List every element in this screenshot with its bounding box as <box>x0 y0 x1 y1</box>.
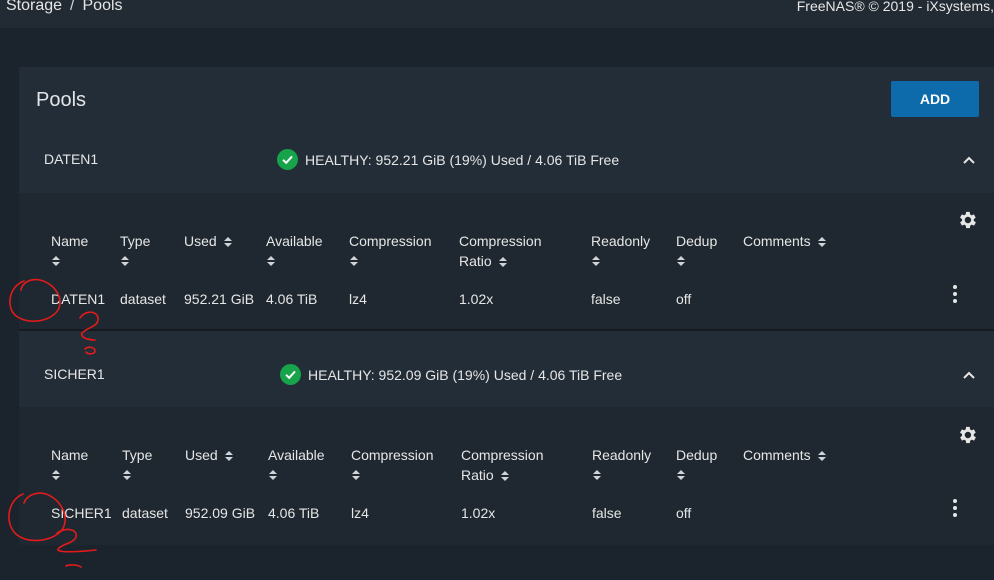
cell-type: dataset <box>122 505 168 521</box>
col-header-compression-ratio[interactable]: Compression Ratio <box>459 231 541 271</box>
cell-compression: lz4 <box>349 291 367 307</box>
cell-readonly: false <box>592 505 622 521</box>
page-title: Pools <box>36 89 87 111</box>
annotation-question-dot <box>65 564 82 568</box>
sort-icon[interactable] <box>676 255 686 267</box>
col-header-type[interactable]: Type <box>122 445 152 481</box>
sort-icon[interactable] <box>817 450 827 462</box>
cell-used: 952.21 GiB <box>184 291 255 307</box>
sort-icon[interactable] <box>224 450 234 462</box>
col-header-compression[interactable]: Compression <box>349 231 431 267</box>
cell-readonly: false <box>591 291 621 307</box>
gear-icon[interactable] <box>956 424 978 446</box>
col-header-comments[interactable]: Comments <box>743 445 827 465</box>
sort-icon[interactable] <box>51 469 61 481</box>
cell-available: 4.06 TiB <box>268 505 320 521</box>
col-header-used[interactable]: Used <box>184 231 233 251</box>
pool-header-sicher1[interactable]: SICHER1 HEALTHY: 952.09 GiB (19%) Used /… <box>19 331 994 393</box>
col-header-used[interactable]: Used <box>185 445 234 465</box>
sort-icon[interactable] <box>268 469 278 481</box>
cell-used: 952.09 GiB <box>185 505 256 521</box>
col-header-name[interactable]: Name <box>51 445 88 481</box>
sort-icon[interactable] <box>676 469 686 481</box>
cell-dedup: off <box>676 291 692 307</box>
sort-icon[interactable] <box>266 255 276 267</box>
chevron-up-icon[interactable] <box>961 152 977 168</box>
cell-available: 4.06 TiB <box>266 291 318 307</box>
sort-icon[interactable] <box>223 236 233 248</box>
dataset-table-sicher1: Name Type Used Available Compression Com… <box>19 407 994 545</box>
sort-icon[interactable] <box>498 256 508 268</box>
pool-name: DATEN1 <box>44 151 99 167</box>
more-vert-icon[interactable] <box>952 499 958 517</box>
top-bar: Storage / Pools FreeNAS® © 2019 - iXsystem… <box>0 0 994 28</box>
col-header-available[interactable]: Available <box>266 231 323 267</box>
gear-icon[interactable] <box>956 209 978 231</box>
col-header-comments[interactable]: Comments <box>743 231 827 251</box>
check-circle-icon <box>280 364 301 385</box>
sort-icon[interactable] <box>592 469 602 481</box>
cell-name: DATEN1 <box>51 291 106 307</box>
sort-icon[interactable] <box>120 255 130 267</box>
pool-status-text: HEALTHY: 952.21 GiB (19%) Used / 4.06 Ti… <box>305 151 620 168</box>
sort-icon[interactable] <box>817 236 827 248</box>
breadcrumb-pools: Pools <box>82 0 123 14</box>
sort-icon[interactable] <box>591 255 601 267</box>
cell-compression-ratio: 1.02x <box>461 505 496 521</box>
breadcrumb: Storage / Pools <box>6 0 123 15</box>
pool-name: SICHER1 <box>44 366 105 382</box>
cell-compression: lz4 <box>351 505 369 521</box>
col-header-readonly[interactable]: Readonly <box>592 445 651 481</box>
col-header-compression[interactable]: Compression <box>351 445 433 481</box>
more-vert-icon[interactable] <box>952 285 958 303</box>
sort-icon[interactable] <box>351 469 361 481</box>
col-header-dedup[interactable]: Dedup <box>676 445 717 481</box>
cell-type: dataset <box>120 291 166 307</box>
sort-icon[interactable] <box>500 470 510 482</box>
pool-status: HEALTHY: 952.21 GiB (19%) Used / 4.06 Ti… <box>277 149 619 170</box>
col-header-readonly[interactable]: Readonly <box>591 231 650 267</box>
sort-icon[interactable] <box>51 255 61 267</box>
check-circle-icon <box>277 149 298 170</box>
chevron-up-icon[interactable] <box>961 367 977 383</box>
pools-card: Pools ADD DATEN1 HEALTHY: 952.21 GiB (19… <box>19 67 994 545</box>
pool-header-daten1[interactable]: DATEN1 HEALTHY: 952.21 GiB (19%) Used / … <box>19 129 994 191</box>
dataset-table-daten1: Name Type Used Available Compression Com… <box>19 193 994 329</box>
col-header-compression-ratio[interactable]: Compression Ratio <box>461 445 543 485</box>
col-header-name[interactable]: Name <box>51 231 88 267</box>
breadcrumb-separator: / <box>70 0 75 14</box>
breadcrumb-storage[interactable]: Storage <box>6 0 62 14</box>
pool-status: HEALTHY: 952.09 GiB (19%) Used / 4.06 Ti… <box>280 364 622 385</box>
sort-icon[interactable] <box>122 469 132 481</box>
col-header-dedup[interactable]: Dedup <box>676 231 717 267</box>
col-header-available[interactable]: Available <box>268 445 325 481</box>
add-button[interactable]: ADD <box>891 81 979 117</box>
cell-name: SICHER1 <box>51 505 112 521</box>
pool-status-text: HEALTHY: 952.09 GiB (19%) Used / 4.06 Ti… <box>308 366 623 383</box>
copyright-text[interactable]: FreeNAS® © 2019 - iXsystems, <box>797 0 994 14</box>
sort-icon[interactable] <box>349 255 359 267</box>
col-header-type[interactable]: Type <box>120 231 150 267</box>
cell-dedup: off <box>676 505 692 521</box>
cell-compression-ratio: 1.02x <box>459 291 494 307</box>
